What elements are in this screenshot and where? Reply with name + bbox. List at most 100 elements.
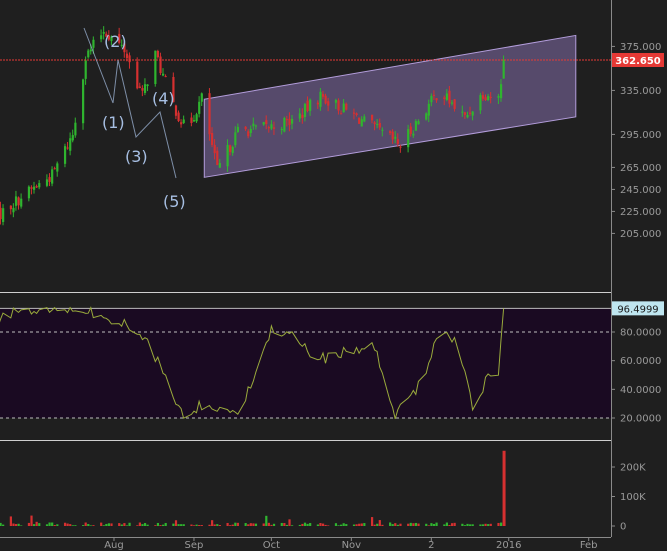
volume-bar bbox=[453, 522, 456, 526]
volume-bar bbox=[200, 525, 203, 526]
volume-bar bbox=[107, 523, 111, 526]
volume-bar bbox=[316, 524, 319, 526]
candle-body bbox=[249, 129, 252, 134]
volume-bar bbox=[172, 523, 175, 526]
volume-bar bbox=[394, 523, 397, 526]
volume-bar bbox=[74, 525, 77, 526]
volume-bar bbox=[110, 523, 113, 526]
volume-bar bbox=[489, 523, 492, 526]
volume-bar bbox=[35, 521, 38, 526]
volume-bar bbox=[226, 522, 229, 526]
volume-bar bbox=[146, 524, 149, 526]
candle-body bbox=[211, 132, 214, 145]
stochastic-tick-label: 40.0000 bbox=[620, 385, 661, 396]
candle-body bbox=[499, 84, 503, 99]
stochastic-last-label: 96.4999 bbox=[617, 304, 658, 315]
volume-bar bbox=[443, 524, 446, 526]
candle-body bbox=[409, 126, 412, 134]
candle-body bbox=[89, 49, 92, 52]
price-tick-label: 295.000 bbox=[620, 130, 661, 141]
volume-bar bbox=[128, 522, 131, 526]
volume-bar bbox=[236, 522, 240, 526]
candle-body bbox=[450, 102, 454, 104]
x-tick-label: Oct bbox=[263, 540, 280, 551]
volume-bar bbox=[285, 524, 289, 526]
volume-bar bbox=[51, 522, 54, 526]
candle-body bbox=[262, 122, 265, 125]
candle-body bbox=[466, 114, 469, 118]
volume-bar bbox=[38, 523, 41, 526]
candle-body bbox=[502, 60, 505, 79]
candle-body bbox=[355, 113, 358, 115]
stochastic-tick-label: 60.0000 bbox=[620, 356, 661, 367]
candle-body bbox=[234, 132, 237, 146]
candle-body bbox=[125, 53, 129, 59]
candle-body bbox=[378, 122, 381, 128]
volume-bar bbox=[342, 523, 345, 526]
candle-body bbox=[247, 131, 250, 137]
volume-bar bbox=[345, 524, 348, 526]
candle-body bbox=[391, 131, 394, 140]
candle-body bbox=[45, 179, 49, 186]
volume-bar bbox=[484, 523, 487, 526]
candle-body bbox=[174, 105, 178, 116]
volume-bar bbox=[27, 522, 31, 526]
candle-body bbox=[376, 124, 379, 126]
volume-bar bbox=[481, 524, 485, 526]
volume-bar bbox=[17, 523, 20, 526]
volume-bar bbox=[2, 524, 5, 526]
stochastic-tick-label: 80.0000 bbox=[620, 328, 661, 339]
volume-bar bbox=[180, 524, 183, 526]
x-tick-label: Nov bbox=[342, 540, 362, 551]
volume-bar bbox=[306, 523, 309, 526]
volume-bar bbox=[430, 523, 433, 526]
volume-bar bbox=[69, 524, 72, 526]
candle-body bbox=[53, 168, 56, 170]
candle-body bbox=[27, 186, 31, 199]
volume-bar bbox=[280, 522, 283, 526]
candle-body bbox=[162, 73, 165, 76]
candle-body bbox=[33, 186, 36, 190]
stochastic-tick-label: 20.0000 bbox=[620, 414, 661, 425]
wave-label: (4) bbox=[152, 89, 175, 108]
price-tick-label: 335.000 bbox=[620, 86, 661, 97]
candle-body bbox=[226, 144, 229, 167]
volume-bar bbox=[417, 523, 420, 526]
x-tick-label: Feb bbox=[580, 540, 598, 551]
volume-bar bbox=[247, 524, 250, 526]
candle-body bbox=[427, 103, 430, 116]
volume-bar bbox=[141, 524, 144, 526]
candle-body bbox=[445, 93, 448, 100]
candle-body bbox=[164, 76, 167, 78]
candle-body bbox=[231, 146, 234, 154]
candle-body bbox=[471, 111, 474, 116]
candle-body bbox=[182, 119, 185, 123]
volume-bar bbox=[414, 522, 418, 526]
candle-body bbox=[87, 50, 90, 58]
price-tick-label: 225.000 bbox=[620, 207, 661, 218]
candle-body bbox=[291, 118, 294, 124]
candle-body bbox=[396, 139, 399, 145]
volume-bar bbox=[319, 522, 322, 526]
candle-body bbox=[138, 86, 141, 88]
volume-bar bbox=[63, 522, 67, 526]
candle-body bbox=[412, 133, 415, 136]
candle-body bbox=[136, 61, 139, 89]
candle-body bbox=[337, 100, 340, 111]
volume-bar bbox=[12, 523, 15, 526]
volume-bar bbox=[471, 524, 474, 526]
price-tick-label: 205.000 bbox=[620, 229, 661, 240]
volume-bar bbox=[435, 522, 438, 526]
volume-bar bbox=[138, 522, 141, 526]
candle-body bbox=[51, 169, 54, 184]
volume-bar bbox=[162, 524, 165, 526]
volume-bar bbox=[487, 524, 490, 526]
volume-bar bbox=[100, 522, 103, 526]
price-tick-label: 245.000 bbox=[620, 185, 661, 196]
stock-chart: (1)(2)(3)(4)(5) 425.000375.000335.000295… bbox=[0, 0, 667, 551]
candle-body bbox=[192, 120, 196, 122]
volume-bar bbox=[407, 523, 410, 526]
volume-bar bbox=[254, 523, 258, 526]
candle-body bbox=[453, 99, 456, 109]
volume-bar bbox=[216, 524, 219, 526]
